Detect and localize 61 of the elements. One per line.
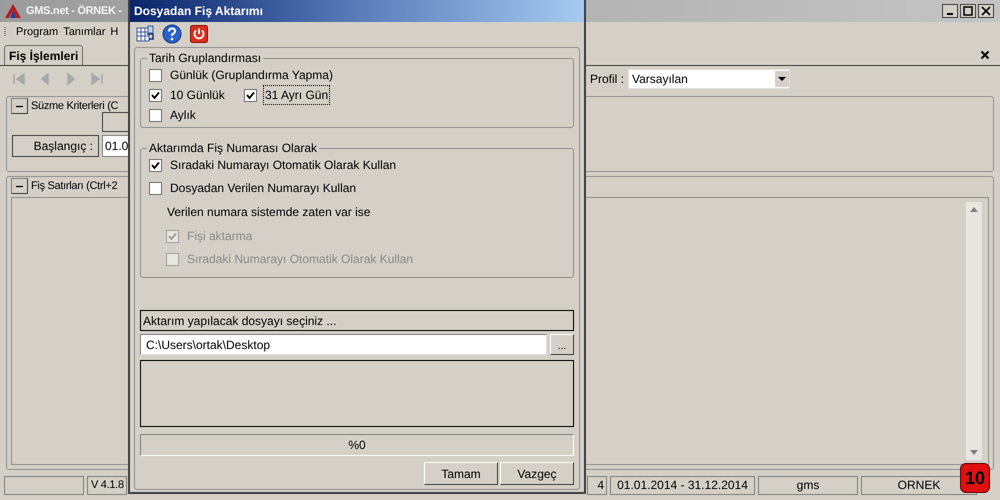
dialog-button[interactable]: Tamam	[424, 462, 498, 485]
collapse-button[interactable]	[11, 98, 28, 114]
note-text: Verilen numara sistemde zaten var ise	[166, 204, 372, 221]
maximize-icon	[963, 6, 973, 16]
checkbox-label[interactable]: Günlük (Gruplandırma Yapma)	[168, 65, 335, 85]
close-button[interactable]	[978, 4, 994, 18]
checkbox[interactable]	[149, 158, 162, 172]
section-title: Fiş Satırları (Ctrl+2	[31, 178, 118, 194]
close-icon	[981, 6, 991, 16]
status-cell: 01.01.2014 - 31.12.2014	[610, 476, 755, 494]
logo-icon	[4, 3, 22, 19]
checkbox-label[interactable]: Aylık	[168, 105, 198, 125]
checkmark-icon	[151, 90, 160, 100]
last-icon	[90, 72, 104, 86]
menu-item[interactable]: Program	[16, 24, 58, 40]
file-path-field[interactable]: C:\Users\ortak\Desktop	[140, 334, 547, 355]
window-title: GMS.net - ÖRNEK -	[26, 4, 122, 19]
status-cell: gms	[758, 476, 858, 494]
notification-badge: 10	[960, 463, 990, 493]
menu-item[interactable]: H	[110, 24, 118, 40]
power-icon[interactable]	[190, 25, 208, 44]
checkbox-label[interactable]: 31 Ayrı Gün	[263, 85, 330, 105]
help-icon[interactable]	[162, 24, 182, 44]
status-cell: 4	[587, 476, 607, 494]
scrollbar[interactable]	[966, 202, 982, 460]
checkbox[interactable]	[149, 108, 162, 122]
collapse-button[interactable]	[11, 178, 28, 194]
prompt-label: Aktarım yapılacak dosyayı seçiniz ...	[140, 310, 574, 331]
group-title: Aktarımda Fiş Numarası Olarak	[147, 141, 320, 155]
status-cell: V 4.1.8	[87, 476, 127, 494]
menu-item[interactable]: Tanımlar	[63, 24, 106, 40]
section-title: Süzme Kriterleri (C	[31, 98, 118, 114]
table-icon[interactable]	[136, 25, 154, 44]
close-icon	[980, 50, 990, 60]
checkbox-label[interactable]: Sıradaki Numarayı Otomatik Olarak Kullan	[168, 155, 398, 175]
checkbox-label[interactable]: 10 Günlük	[168, 85, 227, 105]
minimize-icon	[947, 13, 953, 15]
progress-label: %0	[348, 437, 366, 454]
browse-button[interactable]: ...	[550, 334, 574, 355]
maximize-button[interactable]	[960, 4, 976, 18]
checkbox[interactable]	[149, 182, 162, 194]
grip-icon	[4, 26, 7, 38]
checkmark-icon	[168, 232, 177, 240]
checkbox-label[interactable]: Dosyadan Verilen Numarayı Kullan	[168, 178, 358, 198]
previous-icon	[38, 72, 52, 86]
field-label: Başlangıç :	[12, 135, 99, 157]
close-tab-button[interactable]	[978, 48, 992, 62]
dialog-button[interactable]: Vazgeç	[500, 462, 574, 485]
tab[interactable]: Fiş İşlemleri	[4, 45, 84, 65]
dialog-title: Dosyadan Fiş Aktarımı	[134, 2, 263, 20]
checkmark-icon	[151, 160, 160, 170]
first-icon	[12, 72, 26, 86]
field-label: Profil :	[590, 71, 624, 88]
date-field[interactable]: 01.0	[102, 135, 129, 157]
checkbox[interactable]	[149, 88, 162, 102]
group-title: Tarih Gruplandırması	[147, 51, 264, 65]
profile-dropdown[interactable]: Varsayılan	[628, 69, 790, 89]
minimize-button[interactable]	[942, 4, 958, 18]
checkbox[interactable]	[244, 88, 257, 102]
checkmark-icon	[246, 90, 255, 100]
checkbox[interactable]	[149, 68, 162, 82]
